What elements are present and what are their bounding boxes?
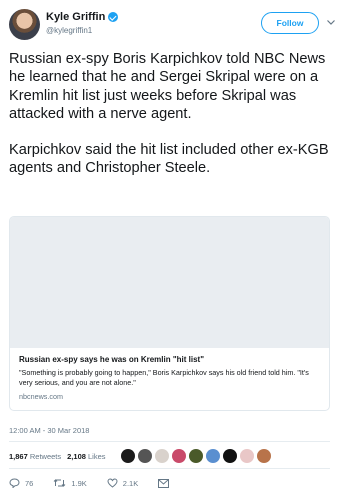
link-card[interactable]: Russian ex-spy says he was on Kremlin "h…	[9, 216, 330, 411]
liker-avatar[interactable]	[222, 449, 237, 463]
divider	[9, 441, 330, 442]
tweet-header: Kyle Griffin @kylegriffin1 Follow	[0, 0, 339, 44]
tweet-paragraph: Russian ex-spy Boris Karpichkov told NBC…	[9, 51, 326, 122]
retweet-count: 1.9K	[71, 478, 87, 488]
likes-count: 2,108	[67, 451, 86, 461]
tweet-actions: 76 1.9K 2.1K	[9, 478, 170, 488]
likes-stat[interactable]: 2,108 Likes	[67, 452, 105, 461]
reply-action[interactable]: 76	[9, 478, 33, 488]
engagement-stats: 1,867 Retweets 2,108 Likes	[9, 449, 271, 463]
card-image	[10, 217, 329, 348]
like-count: 2.1K	[122, 478, 139, 488]
user-handle[interactable]: @kylegriffin1	[46, 26, 92, 35]
tweet-paragraph: Karpichkov said the hit list included ot…	[9, 142, 329, 177]
card-title: Russian ex-spy says he was on Kremlin "h…	[19, 355, 204, 364]
liker-avatar[interactable]	[120, 449, 135, 463]
heart-icon	[107, 478, 118, 488]
reply-count: 76	[25, 478, 34, 488]
message-action[interactable]	[158, 478, 174, 488]
chevron-down-icon[interactable]	[326, 17, 336, 27]
likes-label: Likes	[88, 451, 106, 461]
retweet-action[interactable]: 1.9K	[53, 478, 87, 488]
tweet-timestamp[interactable]: 12:00 AM - 30 Mar 2018	[9, 426, 89, 435]
liker-avatar[interactable]	[205, 449, 220, 463]
liker-avatar[interactable]	[154, 449, 169, 463]
display-name[interactable]: Kyle Griffin	[46, 11, 105, 23]
follow-button[interactable]: Follow	[261, 12, 319, 34]
card-description: "Something is probably going to happen,"…	[19, 368, 309, 387]
divider	[9, 468, 330, 469]
retweet-icon	[53, 479, 66, 487]
liker-avatars	[118, 449, 271, 463]
liker-avatar[interactable]	[239, 449, 254, 463]
name-row: Kyle Griffin	[46, 11, 119, 23]
retweets-count: 1,867	[9, 451, 28, 461]
tweet-text: Russian ex-spy Boris Karpichkov told NBC…	[9, 50, 337, 178]
avatar[interactable]	[9, 9, 40, 40]
liker-avatar[interactable]	[171, 449, 186, 463]
reply-icon	[9, 478, 20, 488]
like-action[interactable]: 2.1K	[107, 478, 138, 488]
liker-avatar[interactable]	[137, 449, 152, 463]
card-body: Russian ex-spy says he was on Kremlin "h…	[10, 348, 329, 401]
card-domain: nbcnews.com	[19, 392, 63, 401]
verified-badge-icon	[108, 12, 119, 22]
liker-avatar[interactable]	[256, 449, 271, 463]
retweets-label: Retweets	[29, 451, 62, 461]
retweets-stat[interactable]: 1,867 Retweets	[9, 452, 61, 461]
envelope-icon	[158, 478, 170, 488]
liker-avatar[interactable]	[188, 449, 203, 463]
